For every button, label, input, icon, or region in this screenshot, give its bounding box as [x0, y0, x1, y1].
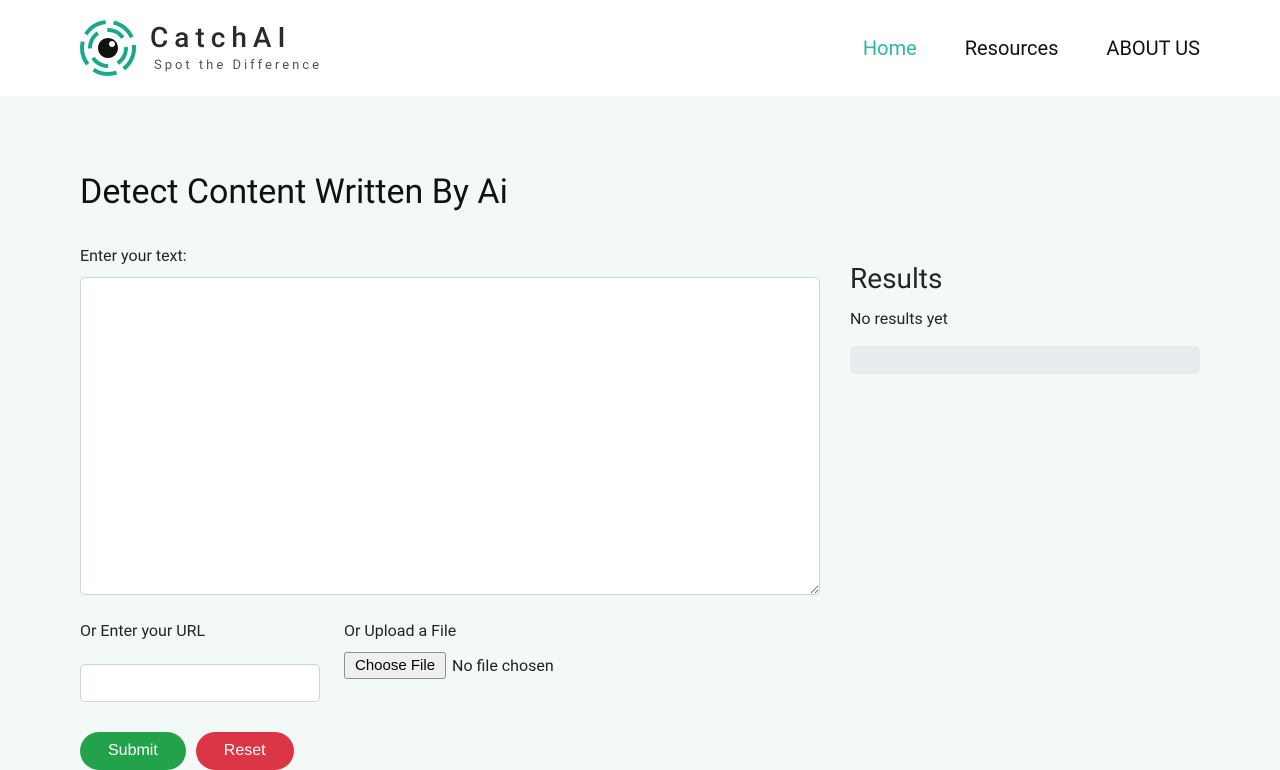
- secondary-inputs-row: Or Enter your URL Or Upload a File Choos…: [80, 621, 820, 702]
- results-title: Results: [850, 262, 1200, 295]
- site-header: CatchAI Spot the Difference Home Resourc…: [0, 0, 1280, 96]
- file-status: No file chosen: [452, 656, 554, 675]
- page-title: Detect Content Written By Ai: [80, 172, 820, 212]
- brand-text: CatchAI Spot the Difference: [150, 24, 322, 73]
- url-input-label: Or Enter your URL: [80, 621, 320, 640]
- results-progress-bar: [850, 346, 1200, 374]
- nav-about[interactable]: ABOUT US: [1106, 36, 1200, 60]
- url-input[interactable]: [80, 664, 320, 702]
- text-input[interactable]: [80, 277, 820, 595]
- button-row: Submit Reset: [80, 732, 820, 770]
- form-column: Detect Content Written By Ai Enter your …: [80, 172, 820, 770]
- submit-button[interactable]: Submit: [80, 732, 186, 770]
- file-input-label: Or Upload a File: [344, 621, 554, 640]
- results-column: Results No results yet: [850, 172, 1200, 770]
- file-row: Choose File No file chosen: [344, 652, 554, 679]
- choose-file-button[interactable]: Choose File: [344, 652, 446, 679]
- logo-block: CatchAI Spot the Difference: [80, 20, 322, 76]
- file-group: Or Upload a File Choose File No file cho…: [344, 621, 554, 702]
- logo-icon: [80, 20, 136, 76]
- results-message: No results yet: [850, 309, 1200, 328]
- url-group: Or Enter your URL: [80, 621, 320, 702]
- nav-resources[interactable]: Resources: [965, 36, 1059, 60]
- nav-home[interactable]: Home: [863, 36, 917, 60]
- main-content: Detect Content Written By Ai Enter your …: [0, 96, 1280, 770]
- main-nav: Home Resources ABOUT US: [863, 36, 1200, 60]
- brand-name: CatchAI: [150, 24, 322, 52]
- text-input-label: Enter your text:: [80, 246, 820, 265]
- brand-tagline: Spot the Difference: [154, 58, 322, 73]
- reset-button[interactable]: Reset: [196, 732, 294, 770]
